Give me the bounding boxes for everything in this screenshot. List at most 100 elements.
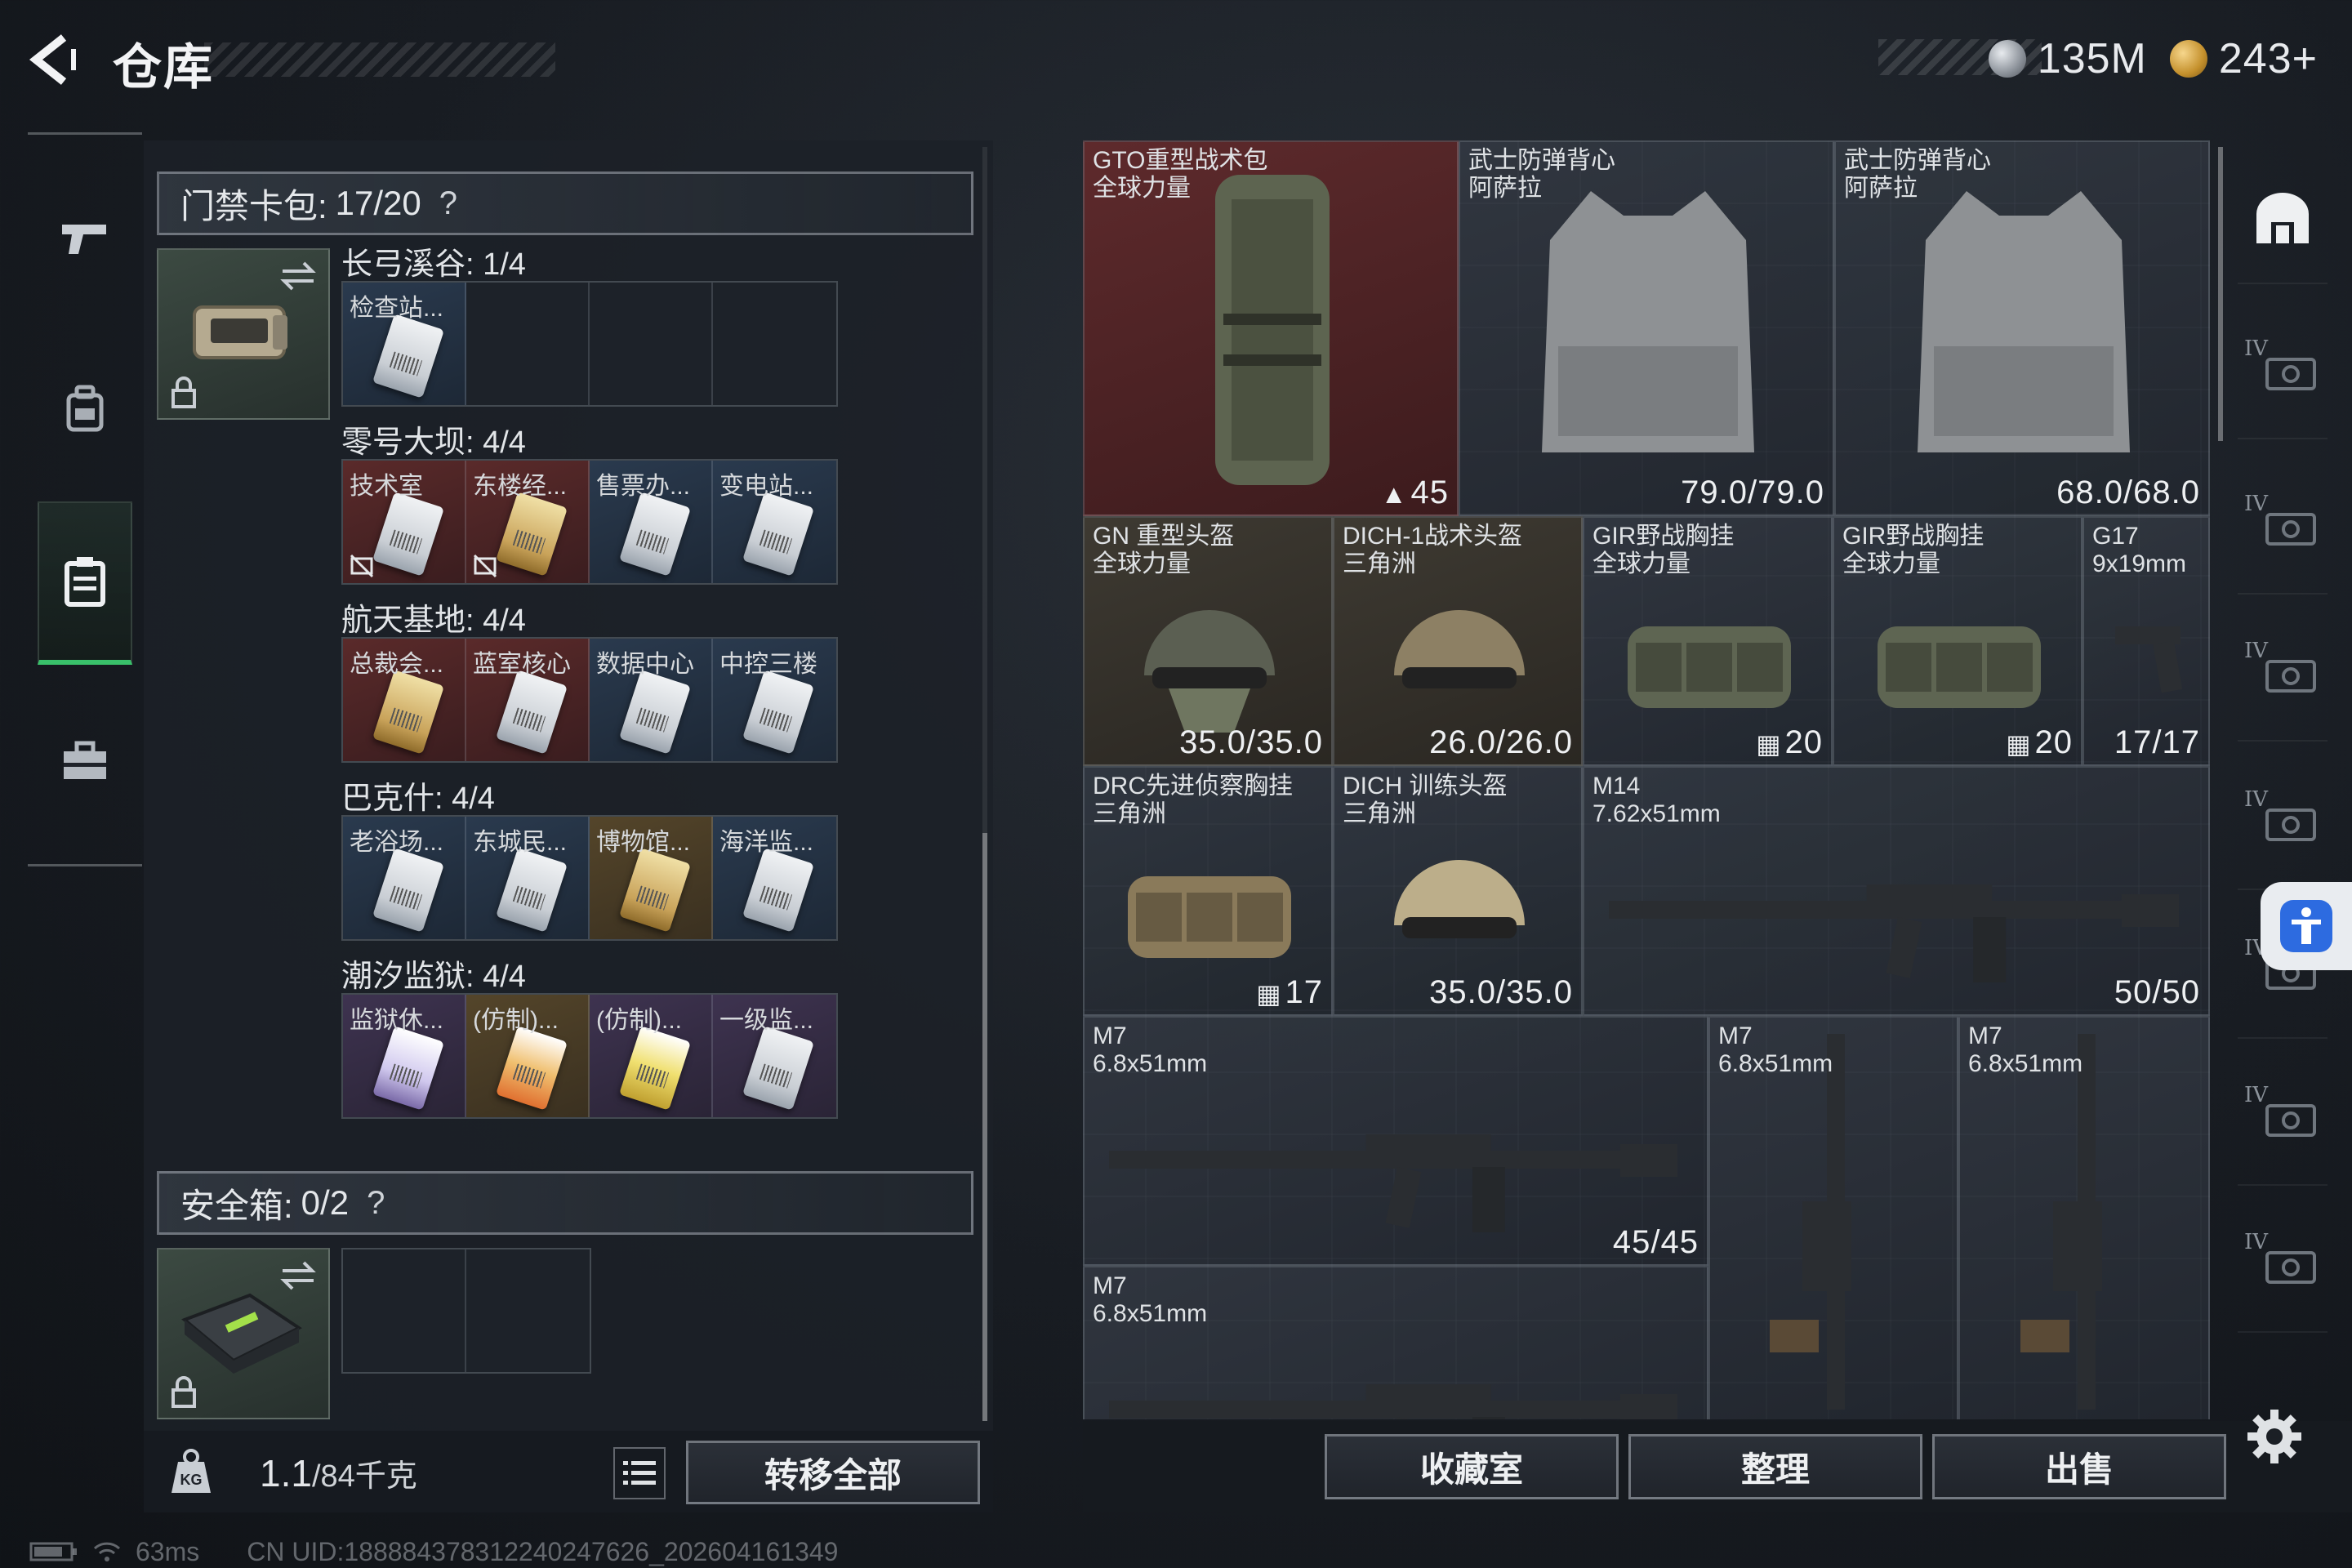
- gold-amount[interactable]: 243+: [2219, 34, 2318, 83]
- empty-card-slot[interactable]: [466, 283, 590, 405]
- stash-item[interactable]: M14 7.62x51mm 50/50: [1583, 766, 2210, 1016]
- keycard-slot[interactable]: (仿制)...: [590, 995, 713, 1117]
- keycard-name: 总裁会...: [350, 651, 444, 678]
- keycard-slot[interactable]: 东楼经...: [466, 461, 590, 583]
- item-stat: 35.0/35.0: [1179, 724, 1323, 761]
- rail-container-slot[interactable]: IV: [2238, 1202, 2328, 1333]
- stash-item[interactable]: GN 重型头盔 全球力量 35.0/35.0: [1083, 516, 1333, 766]
- rail-container-slot[interactable]: IV: [2238, 611, 2328, 742]
- keycard-icon: [372, 1026, 445, 1111]
- zone-label: 巴克什: 4/4: [341, 782, 495, 816]
- zone-card-row: 检查站...: [341, 281, 838, 407]
- keycard-case-slot[interactable]: [157, 248, 330, 420]
- keycard-slot[interactable]: 监狱休...: [343, 995, 466, 1117]
- stash-item[interactable]: GIR野战胸挂 全球力量 ▦ 20: [1583, 516, 1833, 766]
- left-scrollbar[interactable]: [982, 833, 987, 1421]
- swap-icon[interactable]: [279, 260, 317, 292]
- item-stat: 79.0/79.0: [1681, 474, 1824, 511]
- stash-item[interactable]: 武士防弹背心 阿萨拉 79.0/79.0: [1459, 140, 1834, 516]
- stash-item[interactable]: G17 9x19mm 17/17: [2082, 516, 2210, 766]
- stash-item[interactable]: M7 6.8x51mm: [1708, 1016, 1958, 1419]
- stash-item[interactable]: GTO重型战术包 全球力量 ▲ 45: [1083, 140, 1459, 516]
- keycard-name: 博物馆...: [596, 829, 691, 856]
- stash-item[interactable]: M7 6.8x51mm: [1958, 1016, 2210, 1419]
- stash-item[interactable]: GIR野战胸挂 全球力量 ▦ 20: [1833, 516, 2082, 766]
- safebox-slot[interactable]: [157, 1248, 330, 1419]
- keycard-slot[interactable]: 中控三楼: [713, 639, 836, 761]
- stash-item[interactable]: M7 6.8x51mm: [1083, 1266, 1708, 1419]
- item-stat: ▦ 17: [1256, 974, 1323, 1011]
- keycard-slot[interactable]: 检查站...: [343, 283, 466, 405]
- empty-card-slot[interactable]: [713, 283, 836, 405]
- safebox-help-button[interactable]: ?: [367, 1185, 385, 1222]
- keycard-name: 检查站...: [350, 295, 444, 322]
- safebox-empty-slot[interactable]: [466, 1250, 590, 1372]
- nav-weapons[interactable]: [38, 157, 132, 320]
- keycard-icon: [372, 848, 445, 933]
- stash-grid: GTO重型战术包 全球力量 ▲ 45 武士防弹背心 阿萨拉 79.0/79.0 武士防弹背心阿…: [1083, 140, 2210, 1419]
- sell-button[interactable]: 出售: [1932, 1434, 2226, 1499]
- item-label: DICH-1战术头盔 三角洲: [1343, 523, 1522, 578]
- stash-item[interactable]: DICH 训练头盔 三角洲 35.0/35.0: [1333, 766, 1583, 1016]
- zone-card-row: 老浴场... 东城民... 博物馆... 海洋监...: [341, 815, 838, 941]
- page-title: 仓库: [113, 40, 214, 95]
- item-subtitle: 9x19mm: [2092, 550, 2187, 577]
- safebox-header-label: 安全箱:: [180, 1186, 293, 1225]
- rail-container-slot[interactable]: IV: [2238, 1055, 2328, 1186]
- keycard-slot[interactable]: 蓝室核心: [466, 639, 590, 761]
- stash-item[interactable]: M7 6.8x51mm 45/45: [1083, 1016, 1708, 1266]
- nav-gear[interactable]: [38, 327, 132, 490]
- keycard-slot[interactable]: 一级监...: [713, 995, 836, 1117]
- keycard-slot[interactable]: (仿制)...: [466, 995, 590, 1117]
- keycard-help-button[interactable]: ?: [439, 185, 457, 222]
- safebox-empty-slot[interactable]: [343, 1250, 466, 1372]
- ping-readout: 63ms: [136, 1536, 200, 1566]
- keycard-holder-icon: [65, 557, 105, 607]
- iv-case-icon: [2265, 660, 2316, 693]
- keycard-name: 东城民...: [473, 829, 568, 856]
- keycard-icon: [618, 848, 692, 933]
- sort-button[interactable]: 整理: [1628, 1434, 1922, 1499]
- keycard-slot[interactable]: 东城民...: [466, 817, 590, 939]
- keycard-slot[interactable]: 变电站...: [713, 461, 836, 583]
- item-name: DRC先进侦察胸挂: [1093, 773, 1293, 800]
- iv-case-icon: [2265, 808, 2316, 841]
- stash-item[interactable]: 武士防弹背心 阿萨拉 68.0/68.0: [1834, 140, 2210, 516]
- silver-coin-icon: [1988, 40, 2026, 78]
- item-name: 武士防弹背心: [1468, 147, 1615, 174]
- nav-keycards[interactable]: [38, 501, 132, 665]
- keycard-slot[interactable]: 博物馆...: [590, 817, 713, 939]
- swap-icon[interactable]: [279, 1259, 317, 1292]
- category-nav: [28, 132, 142, 875]
- keycard-name: (仿制)...: [473, 1007, 559, 1034]
- rail-armory[interactable]: [2238, 154, 2328, 284]
- item-name: M7: [1968, 1022, 2002, 1049]
- keycard-slot[interactable]: 售票办...: [590, 461, 713, 583]
- item-name: GN 重型头盔: [1093, 523, 1235, 550]
- keycard-slot[interactable]: 老浴场...: [343, 817, 466, 939]
- keycard-slot[interactable]: 数据中心: [590, 639, 713, 761]
- keycard-slot[interactable]: 总裁会...: [343, 639, 466, 761]
- empty-card-slot[interactable]: [590, 283, 713, 405]
- item-stat-value: 17/17: [2114, 724, 2200, 760]
- rail-container-slot[interactable]: IV: [2238, 464, 2328, 595]
- rail-container-slot[interactable]: IV: [2238, 309, 2328, 439]
- rail-container-slot[interactable]: IV: [2238, 760, 2328, 890]
- transfer-all-button[interactable]: 转移全部: [686, 1441, 980, 1504]
- item-stat: 68.0/68.0: [2056, 474, 2200, 511]
- list-view-button[interactable]: [613, 1447, 666, 1499]
- keycard-slot[interactable]: 技术室: [343, 461, 466, 583]
- nav-supplies[interactable]: [38, 679, 132, 843]
- settings-button[interactable]: [2244, 1406, 2305, 1467]
- keycard-slot[interactable]: 海洋监...: [713, 817, 836, 939]
- item-label: GIR野战胸挂 全球力量: [1592, 523, 1734, 578]
- user-uid: CN UID:1888843783122402476​26_2026041613…: [247, 1536, 839, 1566]
- item-stat-value: 79.0/79.0: [1681, 474, 1824, 510]
- stash-scrollbar[interactable]: [2218, 147, 2223, 441]
- item-name: M7: [1093, 1022, 1127, 1049]
- stash-item[interactable]: DICH-1战术头盔 三角洲 26.0/26.0: [1333, 516, 1583, 766]
- stash-item[interactable]: DRC先进侦察胸挂 三角洲 ▦ 17: [1083, 766, 1333, 1016]
- back-button[interactable]: [24, 31, 82, 88]
- collection-room-button[interactable]: 收藏室: [1325, 1434, 1619, 1499]
- accessibility-button[interactable]: [2261, 882, 2352, 970]
